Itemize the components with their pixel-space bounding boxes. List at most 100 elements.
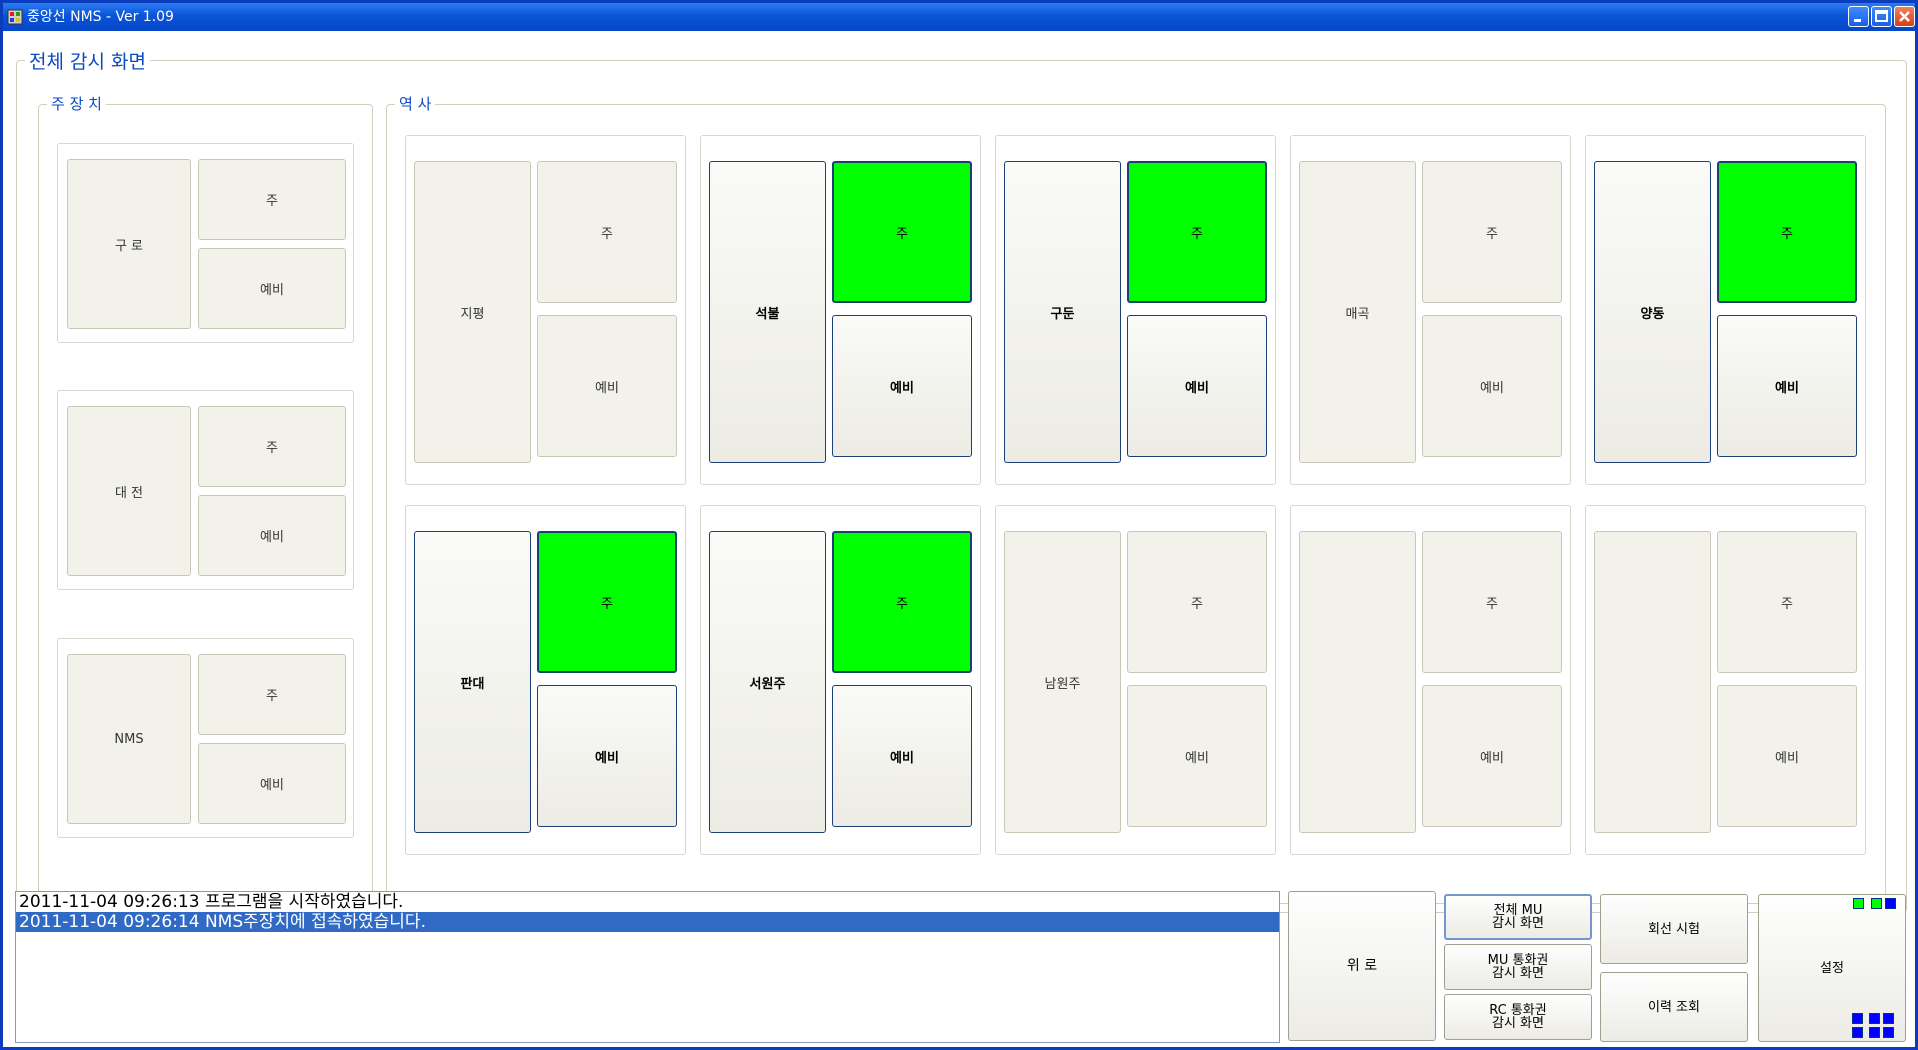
- main-device-backup-button[interactable]: 예비: [198, 743, 346, 824]
- primary-label: 주: [266, 441, 278, 456]
- station-backup-button[interactable]: 예비: [832, 315, 972, 457]
- station-name-button[interactable]: 구둔: [1004, 161, 1121, 463]
- status-led-icon: [1883, 1013, 1894, 1024]
- history-label: 이력 조회: [1648, 999, 1700, 1015]
- station-name: 지평: [460, 306, 485, 322]
- backup-label: 예비: [1775, 750, 1799, 766]
- station-name-button[interactable]: 판대: [414, 531, 531, 833]
- station-backup-button[interactable]: 예비: [1127, 315, 1267, 457]
- settings-label: 설정: [1820, 960, 1844, 976]
- station-backup-button[interactable]: 예비: [537, 315, 677, 457]
- backup-label: 예비: [260, 778, 284, 793]
- station-name-button[interactable]: 남원주: [1004, 531, 1121, 833]
- title-bar[interactable]: 중앙선 NMS - Ver 1.09: [3, 3, 1915, 31]
- screen-title: 전체 감시 화면: [25, 47, 150, 74]
- station-name: 양동: [1640, 306, 1665, 322]
- full-mu-label-line2: 감시 화면: [1492, 916, 1544, 931]
- station-backup-button[interactable]: 예비: [1422, 685, 1562, 827]
- station-panel: 판대 주 예비: [405, 505, 686, 855]
- station-primary-button[interactable]: 주: [832, 531, 972, 673]
- rc-area-monitor-button[interactable]: RC 통화권 감시 화면: [1444, 994, 1592, 1040]
- station-group: 역 사 지평 주 예비 석불 주 예비 구둔 주 예비 매곡 주 예비 양동 주…: [386, 93, 1886, 904]
- station-panel: 양동 주 예비: [1585, 135, 1866, 485]
- station-primary-button[interactable]: 주: [1717, 531, 1857, 673]
- main-device-name: 구 로: [114, 238, 144, 254]
- primary-label: 주: [1781, 226, 1793, 242]
- station-panel: 서원주 주 예비: [700, 505, 981, 855]
- station-panel: 주 예비: [1585, 505, 1866, 855]
- station-name-button[interactable]: 매곡: [1299, 161, 1416, 463]
- station-panel: 지평 주 예비: [405, 135, 686, 485]
- station-name-button[interactable]: 지평: [414, 161, 531, 463]
- station-name: 구둔: [1050, 306, 1075, 322]
- main-device-unit: NMS 주 예비: [57, 638, 354, 838]
- main-device-primary-button[interactable]: 주: [198, 406, 346, 487]
- wiro-button[interactable]: 위 로: [1288, 891, 1436, 1041]
- settings-button[interactable]: 설정: [1758, 894, 1906, 1042]
- line-test-label: 회선 시험: [1648, 921, 1700, 937]
- station-name: 매곡: [1345, 306, 1370, 322]
- status-led-icon: [1871, 898, 1882, 909]
- station-panel: 매곡 주 예비: [1290, 135, 1571, 485]
- event-log[interactable]: 2011-11-04 09:26:13 프로그램을 시작하였습니다. 2011-…: [15, 891, 1280, 1043]
- maximize-icon[interactable]: [1871, 6, 1892, 27]
- minimize-icon[interactable]: [1848, 6, 1869, 27]
- primary-label: 주: [266, 689, 278, 704]
- main-device-primary-button[interactable]: 주: [198, 654, 346, 735]
- station-panel: 석불 주 예비: [700, 135, 981, 485]
- status-led-icon: [1852, 1027, 1863, 1038]
- main-device-backup-button[interactable]: 예비: [198, 248, 346, 329]
- backup-label: 예비: [260, 283, 284, 298]
- station-backup-button[interactable]: 예비: [1717, 685, 1857, 827]
- station-panel: 주 예비: [1290, 505, 1571, 855]
- station-primary-button[interactable]: 주: [1127, 161, 1267, 303]
- rc-area-label-line2: 감시 화면: [1492, 1016, 1544, 1031]
- station-name-button[interactable]: 양동: [1594, 161, 1711, 463]
- station-backup-button[interactable]: 예비: [1717, 315, 1857, 457]
- station-name: 남원주: [1044, 676, 1081, 692]
- primary-label: 주: [1486, 596, 1498, 612]
- station-primary-button[interactable]: 주: [832, 161, 972, 303]
- main-device-backup-button[interactable]: 예비: [198, 495, 346, 576]
- main-device-name-button[interactable]: NMS: [67, 654, 191, 824]
- station-name: 석불: [755, 306, 780, 322]
- station-name-button[interactable]: [1299, 531, 1416, 833]
- mu-area-monitor-button[interactable]: MU 통화권 감시 화면: [1444, 944, 1592, 990]
- station-primary-button[interactable]: 주: [537, 161, 677, 303]
- station-primary-button[interactable]: 주: [1127, 531, 1267, 673]
- history-button[interactable]: 이력 조회: [1600, 972, 1748, 1042]
- main-device-name-button[interactable]: 대 전: [67, 406, 191, 576]
- station-primary-button[interactable]: 주: [1717, 161, 1857, 303]
- station-backup-button[interactable]: 예비: [832, 685, 972, 827]
- station-panel: 남원주 주 예비: [995, 505, 1276, 855]
- primary-label: 주: [1191, 226, 1203, 242]
- station-backup-button[interactable]: 예비: [537, 685, 677, 827]
- main-device-title: 주 장 치: [47, 93, 106, 114]
- station-primary-button[interactable]: 주: [537, 531, 677, 673]
- status-led-icon: [1883, 1027, 1894, 1038]
- primary-label: 주: [601, 596, 613, 612]
- main-device-unit: 대 전 주 예비: [57, 390, 354, 590]
- station-name-button[interactable]: [1594, 531, 1711, 833]
- backup-label: 예비: [890, 380, 914, 396]
- log-line[interactable]: 2011-11-04 09:26:13 프로그램을 시작하였습니다.: [16, 892, 1279, 912]
- full-mu-monitor-button[interactable]: 전체 MU 감시 화면: [1444, 894, 1592, 940]
- station-primary-button[interactable]: 주: [1422, 161, 1562, 303]
- primary-label: 주: [896, 596, 908, 612]
- main-device-primary-button[interactable]: 주: [198, 159, 346, 240]
- station-backup-button[interactable]: 예비: [1127, 685, 1267, 827]
- station-primary-button[interactable]: 주: [1422, 531, 1562, 673]
- main-device-name-button[interactable]: 구 로: [67, 159, 191, 329]
- status-led-icon: [1853, 898, 1864, 909]
- backup-label: 예비: [1185, 380, 1209, 396]
- main-device-group: 주 장 치 구 로 주 예비 대 전 주 예비 NMS 주 예비: [38, 93, 373, 904]
- station-name-button[interactable]: 서원주: [709, 531, 826, 833]
- primary-label: 주: [1191, 596, 1203, 612]
- close-icon[interactable]: [1894, 6, 1915, 27]
- mu-area-label-line2: 감시 화면: [1492, 966, 1544, 981]
- station-name-button[interactable]: 석불: [709, 161, 826, 463]
- log-line[interactable]: 2011-11-04 09:26:14 NMS주장치에 접속하였습니다.: [16, 912, 1279, 932]
- main-device-name: 대 전: [114, 485, 144, 501]
- station-backup-button[interactable]: 예비: [1422, 315, 1562, 457]
- line-test-button[interactable]: 회선 시험: [1600, 894, 1748, 964]
